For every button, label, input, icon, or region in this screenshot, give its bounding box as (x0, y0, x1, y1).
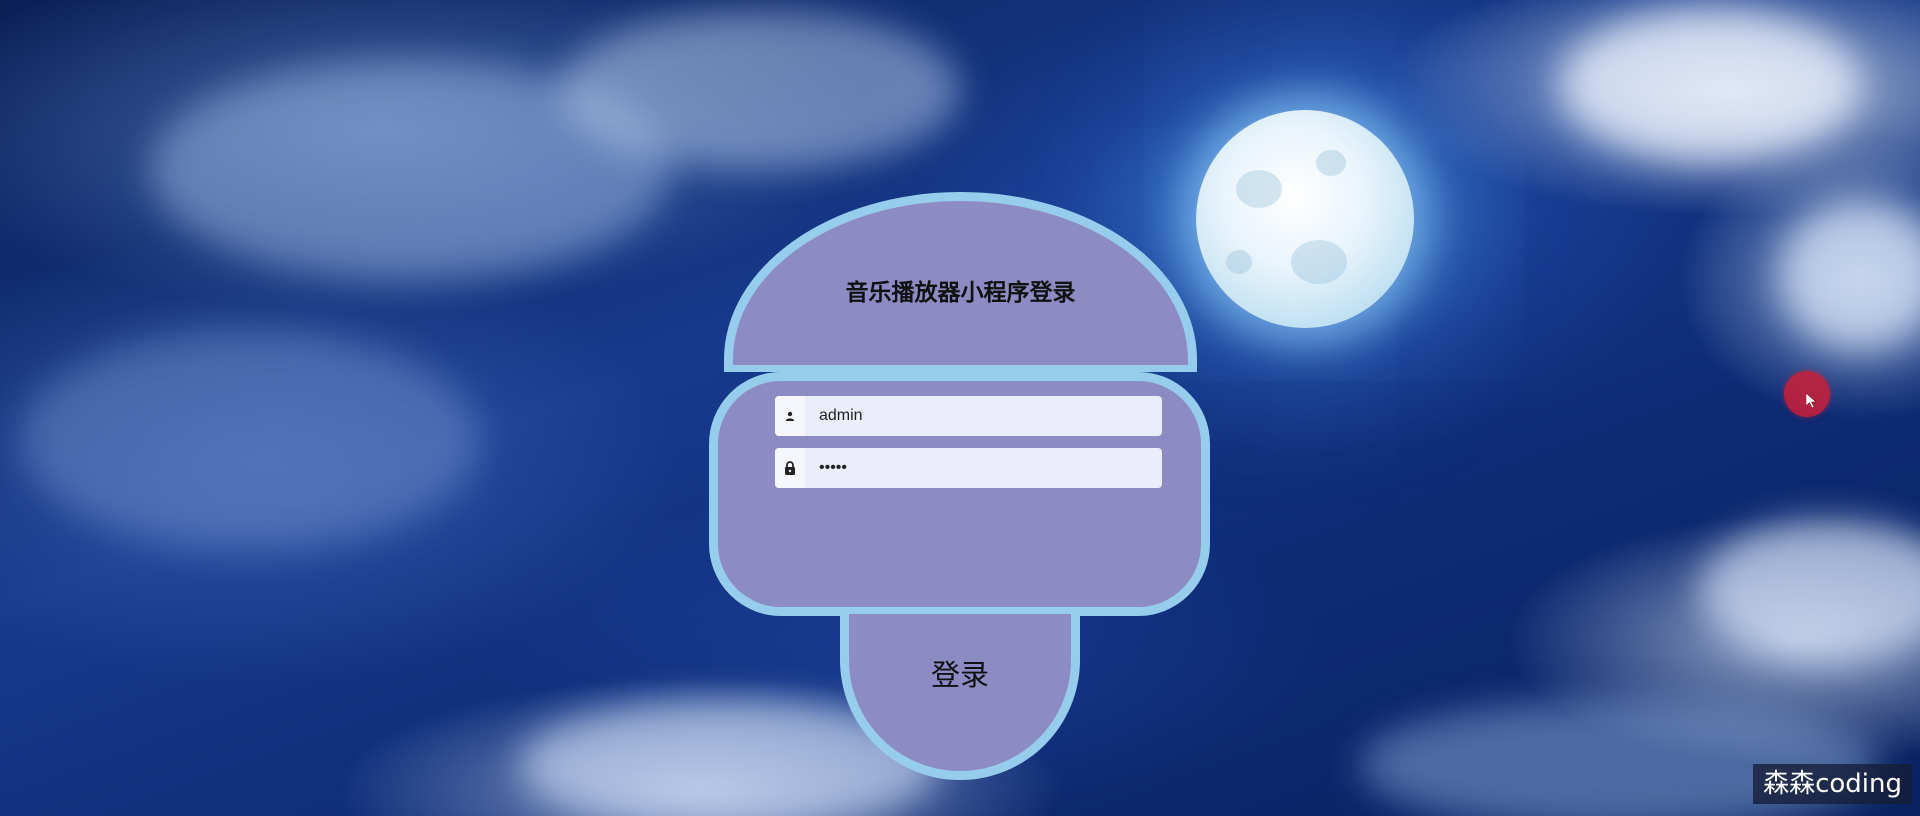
login-title: 音乐播放器小程序登录 (845, 280, 1076, 306)
background-cloud (1780, 200, 1920, 350)
background-cloud (20, 330, 480, 550)
watermark: 森森coding (1753, 764, 1912, 804)
login-form (709, 372, 1210, 616)
login-header: 音乐播放器小程序登录 (724, 192, 1197, 372)
background-cloud (1700, 520, 1920, 660)
login-button-label: 登录 (930, 657, 989, 692)
lock-icon (775, 448, 805, 488)
login-page: 音乐播放器小程序登录 登录 (0, 0, 1920, 816)
moon-crater (1236, 170, 1282, 208)
moon (1196, 110, 1414, 328)
password-input[interactable] (805, 448, 1162, 488)
mouse-pointer-icon (1806, 393, 1817, 409)
background-cloud (560, 10, 960, 170)
cursor-highlight (1784, 371, 1830, 417)
password-field (775, 448, 1162, 488)
username-field (775, 396, 1162, 436)
user-icon (775, 396, 805, 436)
username-input[interactable] (805, 396, 1162, 436)
moon-crater (1291, 240, 1347, 284)
moon-crater (1316, 150, 1346, 176)
background-cloud (1560, 10, 1860, 160)
moon-crater (1226, 250, 1252, 274)
